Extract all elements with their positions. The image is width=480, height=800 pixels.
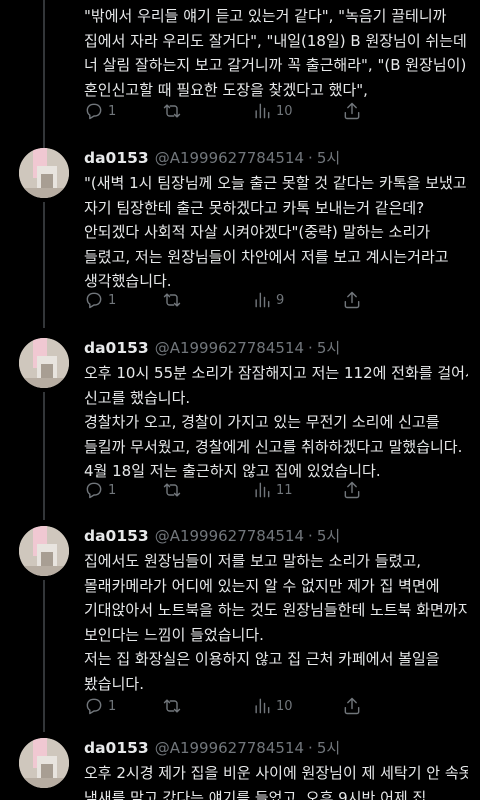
retweet-icon: [163, 104, 181, 118]
timestamp[interactable]: 5시: [317, 737, 340, 758]
user-handle[interactable]: @A1999627784514: [155, 339, 304, 357]
tweet[interactable]: da0153 @A1999627784514 · 5시 집에서도 원장님들이 저…: [0, 520, 480, 732]
separator-dot: ·: [308, 739, 313, 757]
reply-button[interactable]: 1: [84, 480, 116, 500]
share-button[interactable]: [342, 101, 362, 121]
reply-button[interactable]: 1: [84, 290, 116, 310]
avatar[interactable]: [19, 738, 69, 788]
views-button[interactable]: 9: [252, 290, 284, 310]
views-icon: [255, 292, 270, 308]
view-count: 9: [276, 292, 285, 308]
avatar-photo: [19, 148, 69, 198]
timestamp[interactable]: 5시: [317, 147, 340, 168]
reply-icon: [86, 482, 102, 499]
views-icon: [255, 698, 270, 714]
thread-line: [43, 580, 45, 732]
tweet-header: da0153 @A1999627784514 · 5시: [84, 337, 340, 357]
display-name[interactable]: da0153: [84, 527, 149, 545]
tweet-text: "(새벽 1시 팀장님께 오늘 출근 못할 것 같다는 카톡을 보냈고) 자기 …: [84, 174, 468, 290]
reply-icon: [86, 698, 102, 715]
tweet[interactable]: da0153 @A1999627784514 · 5시 오후 2시경 제가 집을…: [0, 732, 480, 800]
tweet-text: "밖에서 우리들 얘기 듣고 있는거 같다", "녹음기 끌테니까 집에서 자라…: [84, 7, 467, 99]
share-icon: [344, 481, 360, 499]
retweet-icon: [163, 293, 181, 307]
share-icon: [344, 102, 360, 120]
tweet-text: 오후 2시경 제가 집을 비운 사이에 원장님이 제 세탁기 안 속옷 냄새를 …: [84, 764, 468, 800]
retweet-button[interactable]: [162, 480, 182, 500]
tweet-actions: 1 11: [84, 480, 468, 502]
avatar[interactable]: [19, 148, 69, 198]
reply-button[interactable]: 1: [84, 101, 116, 121]
timestamp[interactable]: 5시: [317, 337, 340, 358]
thread-line: [43, 0, 45, 150]
tweet[interactable]: da0153 @A1999627784514 · 5시 오후 10시 55분 소…: [0, 332, 480, 520]
timestamp[interactable]: 5시: [317, 525, 340, 546]
view-count: 11: [276, 482, 293, 498]
tweet[interactable]: "밖에서 우리들 얘기 듣고 있는거 같다", "녹음기 끌테니까 집에서 자라…: [0, 0, 480, 150]
separator-dot: ·: [308, 527, 313, 545]
tweet-text: 오후 10시 55분 소리가 잠잠해지고 저는 112에 전화를 걸어서 신고를…: [84, 364, 468, 480]
display-name[interactable]: da0153: [84, 739, 149, 757]
separator-dot: ·: [308, 339, 313, 357]
retweet-button[interactable]: [162, 290, 182, 310]
tweet-header: da0153 @A1999627784514 · 5시: [84, 737, 340, 757]
tweet-text: 집에서도 원장님들이 저를 보고 말하는 소리가 들렸고, 몰래카메라가 어디에…: [84, 552, 468, 693]
display-name[interactable]: da0153: [84, 149, 149, 167]
avatar-photo: [19, 526, 69, 576]
thread-line: [43, 392, 45, 520]
retweet-button[interactable]: [162, 696, 182, 716]
separator-dot: ·: [308, 149, 313, 167]
views-button[interactable]: 10: [252, 101, 293, 121]
view-count: 10: [276, 698, 293, 714]
tweet-actions: 1 10: [84, 101, 468, 123]
views-icon: [255, 482, 270, 498]
avatar[interactable]: [19, 338, 69, 388]
share-icon: [344, 291, 360, 309]
tweet[interactable]: da0153 @A1999627784514 · 5시 "(새벽 1시 팀장님께…: [0, 140, 480, 328]
views-icon: [255, 103, 270, 119]
display-name[interactable]: da0153: [84, 339, 149, 357]
user-handle[interactable]: @A1999627784514: [155, 739, 304, 757]
user-handle[interactable]: @A1999627784514: [155, 149, 304, 167]
reply-icon: [86, 103, 102, 120]
avatar-photo: [19, 738, 69, 788]
retweet-icon: [163, 699, 181, 713]
share-button[interactable]: [342, 290, 362, 310]
tweet-header: da0153 @A1999627784514 · 5시: [84, 147, 340, 167]
views-button[interactable]: 10: [252, 696, 293, 716]
tweet-actions: 1 10: [84, 696, 468, 718]
thread-line: [43, 202, 45, 328]
reply-count: 1: [108, 292, 117, 308]
reply-count: 1: [108, 698, 117, 714]
reply-count: 1: [108, 482, 117, 498]
retweet-icon: [163, 483, 181, 497]
share-button[interactable]: [342, 480, 362, 500]
reply-button[interactable]: 1: [84, 696, 116, 716]
view-count: 10: [276, 103, 293, 119]
reply-count: 1: [108, 103, 117, 119]
user-handle[interactable]: @A1999627784514: [155, 527, 304, 545]
retweet-button[interactable]: [162, 101, 182, 121]
share-button[interactable]: [342, 696, 362, 716]
avatar[interactable]: [19, 526, 69, 576]
views-button[interactable]: 11: [252, 480, 293, 500]
avatar-photo: [19, 338, 69, 388]
share-icon: [344, 697, 360, 715]
tweet-actions: 1 9: [84, 290, 468, 312]
tweet-header: da0153 @A1999627784514 · 5시: [84, 525, 340, 545]
reply-icon: [86, 292, 102, 309]
